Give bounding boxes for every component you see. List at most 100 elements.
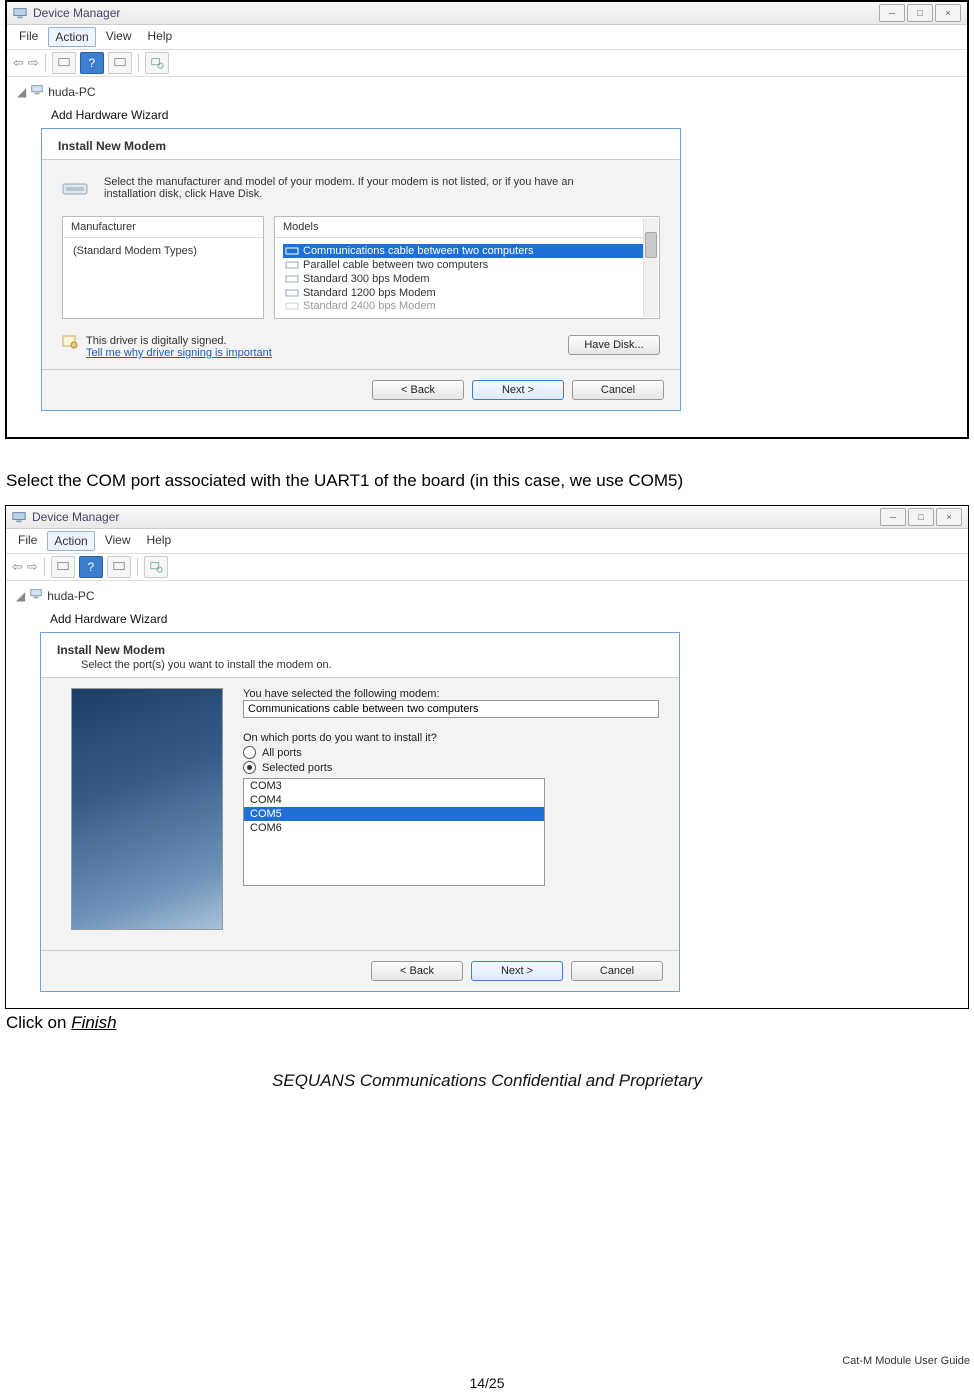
model-item[interactable]: Standard 2400 bps Modem (283, 300, 643, 312)
menu-view[interactable]: View (99, 531, 137, 551)
next-button[interactable]: Next > (471, 961, 563, 981)
scrollbar[interactable] (643, 218, 658, 317)
certificate-icon (62, 335, 78, 349)
port-item[interactable]: COM4 (244, 793, 544, 807)
selected-modem-label: You have selected the following modem: (243, 688, 659, 700)
modem-icon (62, 176, 92, 200)
back-icon[interactable]: ⇦ (12, 559, 23, 575)
forward-icon[interactable]: ⇨ (28, 55, 39, 71)
menu-help[interactable]: Help (141, 531, 178, 551)
menu-help[interactable]: Help (142, 27, 179, 47)
dialog-title: Add Hardware Wizard (41, 104, 681, 126)
cancel-button[interactable]: Cancel (572, 380, 664, 400)
modem-mini-icon (285, 287, 299, 299)
titlebar: Device Manager ─ □ × (6, 506, 968, 529)
model-item[interactable]: Standard 1200 bps Modem (283, 286, 643, 300)
toolbar-scan-icon[interactable] (144, 556, 168, 578)
close-button[interactable]: × (936, 508, 962, 526)
radio-icon (243, 746, 256, 759)
computer-icon (29, 587, 43, 604)
port-item[interactable]: COM5 (244, 807, 544, 821)
radio-label: All ports (262, 747, 302, 759)
menu-file[interactable]: File (13, 27, 44, 47)
tree-root[interactable]: ◢ huda-PC (17, 83, 957, 100)
device-manager-icon (12, 510, 26, 524)
toolbar-screen2-icon[interactable] (107, 556, 131, 578)
device-manager-window-1: Device Manager ─ □ × File Action View He… (5, 0, 969, 439)
model-item-label: Parallel cable between two computers (303, 259, 488, 271)
toolbar-scan-icon[interactable] (145, 52, 169, 74)
toolbar-screen2-icon[interactable] (108, 52, 132, 74)
back-icon[interactable]: ⇦ (13, 55, 24, 71)
model-item-label: Standard 1200 bps Modem (303, 287, 436, 299)
maximize-button[interactable]: □ (908, 508, 934, 526)
tree-root-label: huda-PC (48, 85, 95, 99)
dialog-title: Add Hardware Wizard (40, 608, 680, 630)
toolbar: ⇦ ⇨ ? (6, 553, 968, 581)
dialog-header: Install New Modem Select the port(s) you… (41, 633, 679, 678)
ports-question: On which ports do you want to install it… (243, 732, 659, 744)
menu-view[interactable]: View (100, 27, 138, 47)
menu-action[interactable]: Action (47, 531, 94, 551)
radio-label: Selected ports (262, 762, 332, 774)
driver-signing-link[interactable]: Tell me why driver signing is important (86, 347, 272, 359)
scrollbar-thumb[interactable] (645, 232, 657, 258)
add-hardware-wizard-dialog-2: Add Hardware Wizard Install New Modem Se… (40, 608, 680, 992)
device-tree: ◢ huda-PC Add Hardware Wizard Install Ne… (6, 581, 968, 998)
menu-action[interactable]: Action (48, 27, 95, 47)
model-item[interactable]: Parallel cable between two computers (283, 258, 643, 272)
modem-mini-icon (285, 259, 299, 271)
modem-mini-icon (285, 245, 299, 257)
maximize-button[interactable]: □ (907, 4, 933, 22)
dialog-heading: Install New Modem (58, 139, 664, 153)
toolbar-separator (137, 558, 138, 576)
port-item[interactable]: COM6 (244, 821, 544, 835)
column-header-manufacturer: Manufacturer (63, 217, 263, 238)
back-button[interactable]: < Back (371, 961, 463, 981)
tree-root[interactable]: ◢ huda-PC (16, 587, 958, 604)
toolbar-screen-icon[interactable] (52, 52, 76, 74)
port-item[interactable]: COM3 (244, 779, 544, 793)
forward-icon[interactable]: ⇨ (27, 559, 38, 575)
toolbar-separator (44, 558, 45, 576)
footer-confidential: SEQUANS Communications Confidential and … (0, 1071, 974, 1091)
dialog-subheading: Select the port(s) you want to install t… (81, 659, 663, 671)
close-button[interactable]: × (935, 4, 961, 22)
modem-mini-icon (285, 273, 299, 285)
minimize-button[interactable]: ─ (880, 508, 906, 526)
toolbar-help-icon[interactable]: ? (80, 52, 104, 74)
back-button[interactable]: < Back (372, 380, 464, 400)
radio-selected-ports[interactable]: Selected ports (243, 761, 659, 774)
tree-caret-icon: ◢ (16, 589, 25, 603)
radio-all-ports[interactable]: All ports (243, 746, 659, 759)
window-title: Device Manager (33, 6, 120, 20)
computer-icon (30, 83, 44, 100)
caption-click-finish: Click on Finish (6, 1013, 966, 1033)
toolbar-help-icon[interactable]: ? (79, 556, 103, 578)
device-tree: ◢ huda-PC Add Hardware Wizard Install Ne… (7, 77, 967, 417)
page-number: 14/25 (0, 1375, 974, 1391)
port-listbox[interactable]: COM3 COM4 COM5 COM6 (243, 778, 545, 886)
model-item-label: Standard 2400 bps Modem (303, 300, 436, 312)
wizard-side-image (71, 688, 223, 930)
add-hardware-wizard-dialog-1: Add Hardware Wizard Install New Modem Se… (41, 104, 681, 411)
model-item-label: Standard 300 bps Modem (303, 273, 430, 285)
toolbar-screen-icon[interactable] (51, 556, 75, 578)
toolbar: ⇦ ⇨ ? (7, 49, 967, 77)
modem-mini-icon (285, 300, 299, 312)
models-column: Models Communications cable between two … (274, 216, 660, 319)
model-item[interactable]: Standard 300 bps Modem (283, 272, 643, 286)
next-button[interactable]: Next > (472, 380, 564, 400)
selected-modem-field (243, 700, 659, 718)
cancel-button[interactable]: Cancel (571, 961, 663, 981)
minimize-button[interactable]: ─ (879, 4, 905, 22)
footer-doc-title: Cat-M Module User Guide (842, 1355, 970, 1367)
have-disk-button[interactable]: Have Disk... (568, 335, 660, 355)
device-manager-icon (13, 6, 27, 20)
model-item[interactable]: Communications cable between two compute… (283, 244, 643, 258)
manufacturer-item[interactable]: (Standard Modem Types) (71, 244, 255, 258)
radio-icon (243, 761, 256, 774)
dialog-heading: Install New Modem (57, 643, 663, 657)
menu-file[interactable]: File (12, 531, 43, 551)
manufacturer-column: Manufacturer (Standard Modem Types) (62, 216, 264, 319)
